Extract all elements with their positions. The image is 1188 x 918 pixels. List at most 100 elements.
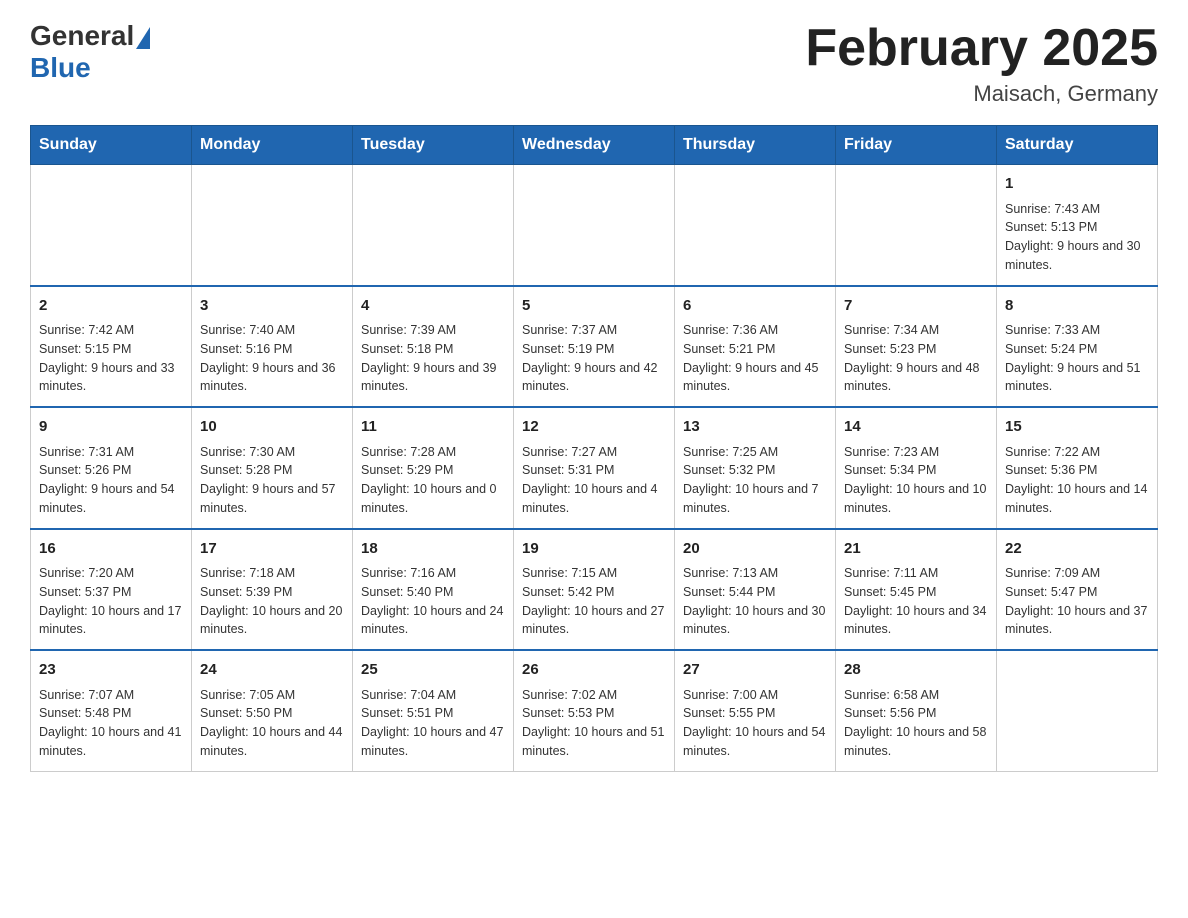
calendar-day-cell: 15 Sunrise: 7:22 AM Sunset: 5:36 PM Dayli… bbox=[997, 407, 1158, 529]
day-number: 21 bbox=[844, 538, 988, 561]
calendar-day-cell: 5 Sunrise: 7:37 AM Sunset: 5:19 PM Daylig… bbox=[514, 286, 675, 408]
day-info: Sunrise: 7:36 AM Sunset: 5:21 PM Dayligh… bbox=[683, 321, 827, 396]
day-number: 2 bbox=[39, 295, 183, 318]
calendar-day-cell: 2 Sunrise: 7:42 AM Sunset: 5:15 PM Daylig… bbox=[31, 286, 192, 408]
calendar-day-cell: 21 Sunrise: 7:11 AM Sunset: 5:45 PM Dayli… bbox=[836, 529, 997, 651]
day-number: 8 bbox=[1005, 295, 1149, 318]
calendar-day-cell: 10 Sunrise: 7:30 AM Sunset: 5:28 PM Dayli… bbox=[192, 407, 353, 529]
day-of-week-header: Wednesday bbox=[514, 126, 675, 165]
day-info: Sunrise: 7:39 AM Sunset: 5:18 PM Dayligh… bbox=[361, 321, 505, 396]
day-number: 24 bbox=[200, 659, 344, 682]
day-number: 25 bbox=[361, 659, 505, 682]
day-number: 22 bbox=[1005, 538, 1149, 561]
day-info: Sunrise: 7:30 AM Sunset: 5:28 PM Dayligh… bbox=[200, 443, 344, 518]
day-info: Sunrise: 7:09 AM Sunset: 5:47 PM Dayligh… bbox=[1005, 564, 1149, 639]
calendar-day-cell: 27 Sunrise: 7:00 AM Sunset: 5:55 PM Dayli… bbox=[675, 650, 836, 771]
day-info: Sunrise: 6:58 AM Sunset: 5:56 PM Dayligh… bbox=[844, 686, 988, 761]
day-info: Sunrise: 7:05 AM Sunset: 5:50 PM Dayligh… bbox=[200, 686, 344, 761]
day-info: Sunrise: 7:00 AM Sunset: 5:55 PM Dayligh… bbox=[683, 686, 827, 761]
calendar-week-row: 16 Sunrise: 7:20 AM Sunset: 5:37 PM Dayli… bbox=[31, 529, 1158, 651]
day-number: 20 bbox=[683, 538, 827, 561]
day-number: 27 bbox=[683, 659, 827, 682]
day-number: 17 bbox=[200, 538, 344, 561]
day-number: 9 bbox=[39, 416, 183, 439]
calendar-day-cell bbox=[836, 165, 997, 286]
day-of-week-header: Friday bbox=[836, 126, 997, 165]
day-of-week-header: Thursday bbox=[675, 126, 836, 165]
day-number: 14 bbox=[844, 416, 988, 439]
day-number: 23 bbox=[39, 659, 183, 682]
day-info: Sunrise: 7:42 AM Sunset: 5:15 PM Dayligh… bbox=[39, 321, 183, 396]
day-info: Sunrise: 7:23 AM Sunset: 5:34 PM Dayligh… bbox=[844, 443, 988, 518]
calendar-day-cell: 1 Sunrise: 7:43 AM Sunset: 5:13 PM Daylig… bbox=[997, 165, 1158, 286]
day-number: 18 bbox=[361, 538, 505, 561]
logo-top: General bbox=[30, 20, 150, 52]
day-info: Sunrise: 7:27 AM Sunset: 5:31 PM Dayligh… bbox=[522, 443, 666, 518]
calendar-day-cell: 25 Sunrise: 7:04 AM Sunset: 5:51 PM Dayli… bbox=[353, 650, 514, 771]
calendar-day-cell: 8Sunrise: 7:33 AM Sunset: 5:24 PM Daylig… bbox=[997, 286, 1158, 408]
calendar-day-cell: 16 Sunrise: 7:20 AM Sunset: 5:37 PM Dayli… bbox=[31, 529, 192, 651]
calendar-week-row: 9 Sunrise: 7:31 AM Sunset: 5:26 PM Daylig… bbox=[31, 407, 1158, 529]
calendar-day-cell: 20 Sunrise: 7:13 AM Sunset: 5:44 PM Dayli… bbox=[675, 529, 836, 651]
day-info: Sunrise: 7:31 AM Sunset: 5:26 PM Dayligh… bbox=[39, 443, 183, 518]
calendar-day-cell: 4 Sunrise: 7:39 AM Sunset: 5:18 PM Daylig… bbox=[353, 286, 514, 408]
day-info: Sunrise: 7:07 AM Sunset: 5:48 PM Dayligh… bbox=[39, 686, 183, 761]
calendar-day-cell: 26 Sunrise: 7:02 AM Sunset: 5:53 PM Dayli… bbox=[514, 650, 675, 771]
day-info: Sunrise: 7:15 AM Sunset: 5:42 PM Dayligh… bbox=[522, 564, 666, 639]
day-info: Sunrise: 7:25 AM Sunset: 5:32 PM Dayligh… bbox=[683, 443, 827, 518]
title-area: February 2025 Maisach, Germany bbox=[805, 20, 1158, 107]
calendar-day-cell: 7Sunrise: 7:34 AM Sunset: 5:23 PM Daylig… bbox=[836, 286, 997, 408]
day-number: 4 bbox=[361, 295, 505, 318]
day-number: 28 bbox=[844, 659, 988, 682]
page-header: General Blue February 2025 Maisach, Germ… bbox=[30, 20, 1158, 107]
logo-triangle-icon bbox=[136, 27, 150, 49]
day-info: Sunrise: 7:11 AM Sunset: 5:45 PM Dayligh… bbox=[844, 564, 988, 639]
calendar-day-cell: 9 Sunrise: 7:31 AM Sunset: 5:26 PM Daylig… bbox=[31, 407, 192, 529]
calendar-day-cell: 12 Sunrise: 7:27 AM Sunset: 5:31 PM Dayli… bbox=[514, 407, 675, 529]
day-number: 15 bbox=[1005, 416, 1149, 439]
day-info: Sunrise: 7:02 AM Sunset: 5:53 PM Dayligh… bbox=[522, 686, 666, 761]
day-info: Sunrise: 7:37 AM Sunset: 5:19 PM Dayligh… bbox=[522, 321, 666, 396]
calendar-week-row: 2 Sunrise: 7:42 AM Sunset: 5:15 PM Daylig… bbox=[31, 286, 1158, 408]
day-number: 11 bbox=[361, 416, 505, 439]
calendar-table: SundayMondayTuesdayWednesdayThursdayFrid… bbox=[30, 125, 1158, 772]
calendar-day-cell bbox=[31, 165, 192, 286]
day-info: Sunrise: 7:40 AM Sunset: 5:16 PM Dayligh… bbox=[200, 321, 344, 396]
logo: General Blue bbox=[30, 20, 150, 84]
calendar-day-cell: 23 Sunrise: 7:07 AM Sunset: 5:48 PM Dayli… bbox=[31, 650, 192, 771]
day-number: 5 bbox=[522, 295, 666, 318]
day-number: 1 bbox=[1005, 173, 1149, 196]
logo-general-text: General bbox=[30, 20, 134, 52]
calendar-week-row: 23 Sunrise: 7:07 AM Sunset: 5:48 PM Dayli… bbox=[31, 650, 1158, 771]
day-info: Sunrise: 7:04 AM Sunset: 5:51 PM Dayligh… bbox=[361, 686, 505, 761]
calendar-day-cell: 3 Sunrise: 7:40 AM Sunset: 5:16 PM Daylig… bbox=[192, 286, 353, 408]
calendar-day-cell bbox=[192, 165, 353, 286]
day-info: Sunrise: 7:28 AM Sunset: 5:29 PM Dayligh… bbox=[361, 443, 505, 518]
day-number: 10 bbox=[200, 416, 344, 439]
calendar-day-cell: 19Sunrise: 7:15 AM Sunset: 5:42 PM Dayli… bbox=[514, 529, 675, 651]
location: Maisach, Germany bbox=[805, 81, 1158, 107]
calendar-day-cell: 13 Sunrise: 7:25 AM Sunset: 5:32 PM Dayli… bbox=[675, 407, 836, 529]
day-info: Sunrise: 7:13 AM Sunset: 5:44 PM Dayligh… bbox=[683, 564, 827, 639]
day-info: Sunrise: 7:20 AM Sunset: 5:37 PM Dayligh… bbox=[39, 564, 183, 639]
day-of-week-header: Saturday bbox=[997, 126, 1158, 165]
calendar-day-cell bbox=[514, 165, 675, 286]
calendar-day-cell: 28 Sunrise: 6:58 AM Sunset: 5:56 PM Dayli… bbox=[836, 650, 997, 771]
calendar-day-cell: 17 Sunrise: 7:18 AM Sunset: 5:39 PM Dayli… bbox=[192, 529, 353, 651]
day-info: Sunrise: 7:18 AM Sunset: 5:39 PM Dayligh… bbox=[200, 564, 344, 639]
day-info: Sunrise: 7:43 AM Sunset: 5:13 PM Dayligh… bbox=[1005, 200, 1149, 275]
calendar-week-row: 1 Sunrise: 7:43 AM Sunset: 5:13 PM Daylig… bbox=[31, 165, 1158, 286]
calendar-day-cell: 6Sunrise: 7:36 AM Sunset: 5:21 PM Daylig… bbox=[675, 286, 836, 408]
day-of-week-header: Tuesday bbox=[353, 126, 514, 165]
calendar-day-cell: 22 Sunrise: 7:09 AM Sunset: 5:47 PM Dayli… bbox=[997, 529, 1158, 651]
day-number: 26 bbox=[522, 659, 666, 682]
day-number: 12 bbox=[522, 416, 666, 439]
day-info: Sunrise: 7:34 AM Sunset: 5:23 PM Dayligh… bbox=[844, 321, 988, 396]
day-info: Sunrise: 7:22 AM Sunset: 5:36 PM Dayligh… bbox=[1005, 443, 1149, 518]
calendar-day-cell: 14 Sunrise: 7:23 AM Sunset: 5:34 PM Dayli… bbox=[836, 407, 997, 529]
day-info: Sunrise: 7:16 AM Sunset: 5:40 PM Dayligh… bbox=[361, 564, 505, 639]
calendar-day-cell bbox=[353, 165, 514, 286]
day-number: 13 bbox=[683, 416, 827, 439]
day-number: 16 bbox=[39, 538, 183, 561]
day-number: 3 bbox=[200, 295, 344, 318]
